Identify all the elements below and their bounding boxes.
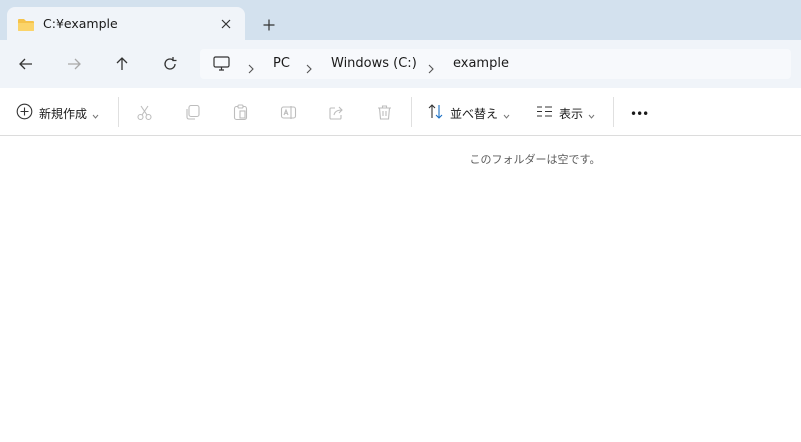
copy-icon[interactable] bbox=[184, 104, 201, 121]
chevron-down-icon bbox=[92, 104, 99, 123]
breadcrumb-example[interactable]: example bbox=[453, 56, 509, 71]
empty-folder-message: このフォルダーは空です。 bbox=[469, 153, 601, 166]
more-options-button[interactable]: ••• bbox=[630, 104, 649, 122]
new-tab-plus-icon[interactable] bbox=[262, 17, 276, 31]
forward-arrow-icon[interactable] bbox=[66, 56, 82, 72]
up-arrow-icon[interactable] bbox=[114, 56, 130, 72]
title-bar: C:¥example bbox=[0, 0, 801, 40]
toolbar-separator bbox=[118, 97, 119, 127]
sort-arrows-icon bbox=[427, 103, 444, 124]
chevron-down-icon bbox=[588, 104, 595, 123]
back-arrow-icon[interactable] bbox=[18, 56, 34, 72]
paste-icon[interactable] bbox=[232, 104, 249, 121]
new-button-label: 新規作成 bbox=[39, 106, 88, 121]
monitor-icon[interactable] bbox=[213, 56, 230, 76]
tab-example[interactable]: C:¥example bbox=[7, 7, 245, 40]
plus-circle-icon bbox=[16, 103, 33, 124]
breadcrumb-pc[interactable]: PC bbox=[273, 56, 290, 71]
breadcrumb-windows-c[interactable]: Windows (C:) bbox=[331, 56, 417, 71]
delete-icon[interactable] bbox=[376, 104, 393, 121]
view-button[interactable]: 表示 bbox=[536, 104, 595, 122]
navigation-bar: PC Windows (C:) example bbox=[0, 40, 801, 88]
share-icon[interactable] bbox=[328, 104, 345, 121]
chevron-right-icon[interactable] bbox=[247, 59, 255, 74]
chevron-down-icon bbox=[503, 104, 510, 123]
toolbar-separator bbox=[411, 97, 412, 127]
command-bar: 新規作成 並べ替え 表示 ••• bbox=[0, 88, 801, 136]
folder-icon bbox=[17, 17, 35, 36]
more-options-icon: ••• bbox=[630, 107, 649, 121]
cut-icon[interactable] bbox=[136, 104, 153, 121]
file-list-area[interactable]: このフォルダーは空です。 bbox=[0, 136, 801, 442]
sort-button-label: 並べ替え bbox=[450, 106, 499, 121]
refresh-icon[interactable] bbox=[162, 56, 178, 72]
sort-button[interactable]: 並べ替え bbox=[427, 103, 510, 124]
tab-title: C:¥example bbox=[43, 16, 118, 31]
view-button-label: 表示 bbox=[559, 106, 584, 121]
chevron-right-icon[interactable] bbox=[305, 59, 313, 74]
rename-icon[interactable] bbox=[280, 104, 297, 121]
close-icon[interactable] bbox=[219, 16, 233, 30]
address-bar[interactable]: PC Windows (C:) example bbox=[200, 49, 791, 79]
chevron-right-icon[interactable] bbox=[427, 59, 435, 74]
list-view-icon bbox=[536, 103, 553, 124]
new-button[interactable]: 新規作成 bbox=[16, 103, 99, 124]
toolbar-separator bbox=[613, 97, 614, 127]
